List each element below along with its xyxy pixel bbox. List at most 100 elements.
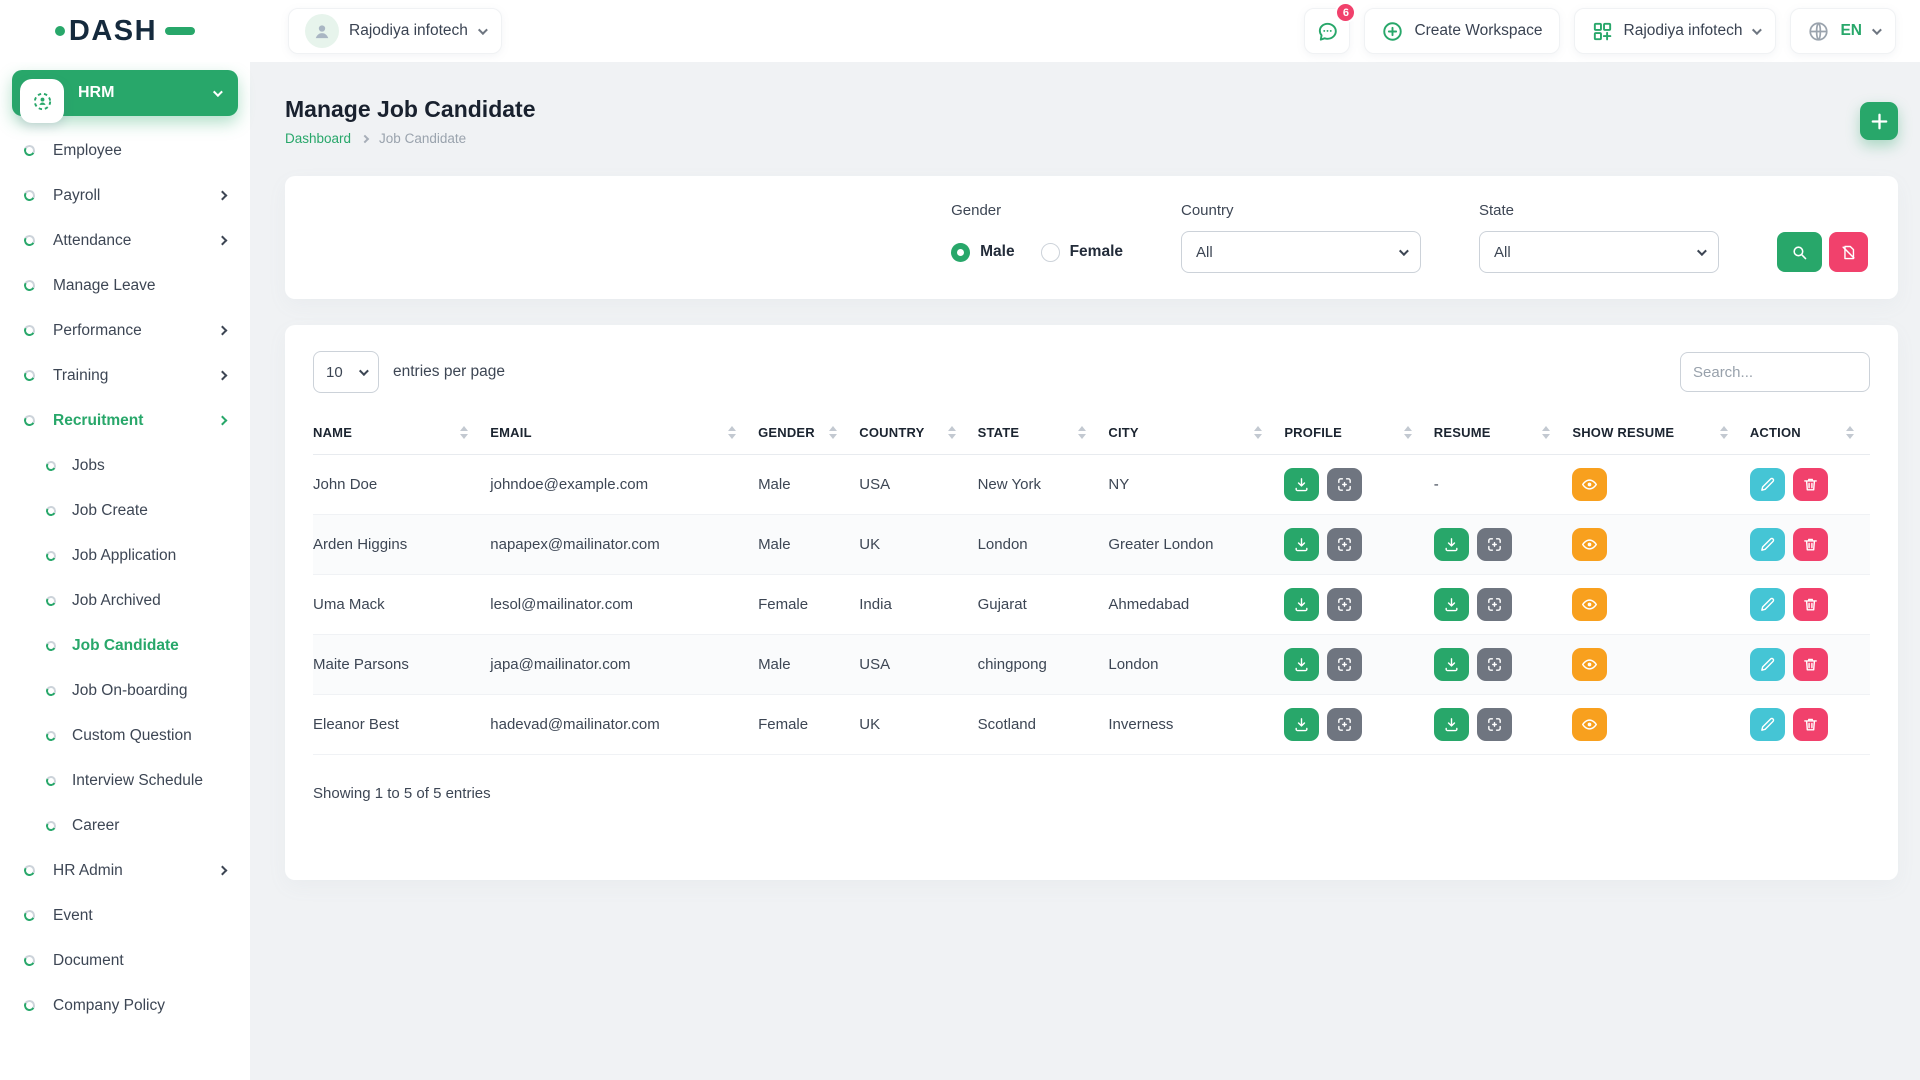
show-resume-button[interactable]	[1572, 468, 1607, 501]
col-header-profile[interactable]: PROFILE	[1278, 415, 1427, 455]
profile-download-button[interactable]	[1284, 588, 1319, 621]
language-selector[interactable]: EN	[1790, 8, 1896, 54]
sidebar-item-manage-leave[interactable]: Manage Leave	[0, 263, 250, 308]
profile-download-button[interactable]	[1284, 528, 1319, 561]
sidebar-item-hr-admin[interactable]: HR Admin	[0, 848, 250, 893]
sort-icon[interactable]	[1846, 426, 1854, 439]
resume-download-button[interactable]	[1434, 648, 1469, 681]
sort-icon[interactable]	[829, 426, 837, 439]
sort-icon[interactable]	[1542, 426, 1550, 439]
sidebar-item-recruitment[interactable]: Recruitment	[0, 398, 250, 443]
scan-icon	[1486, 716, 1503, 733]
show-resume-button[interactable]	[1572, 708, 1607, 741]
trash-icon	[1802, 656, 1819, 673]
delete-button[interactable]	[1793, 708, 1828, 741]
app-logo[interactable]: DASH	[0, 15, 250, 48]
resume-preview-button[interactable]	[1477, 648, 1512, 681]
sidebar-item-career[interactable]: Career	[0, 803, 250, 848]
col-header-action[interactable]: ACTION	[1744, 415, 1870, 455]
profile-download-button[interactable]	[1284, 708, 1319, 741]
candidate-name: John Doe	[313, 455, 484, 515]
candidate-country: USA	[853, 635, 971, 695]
col-header-country[interactable]: COUNTRY	[853, 415, 971, 455]
sidebar-item-job-create[interactable]: Job Create	[0, 488, 250, 533]
breadcrumb-dashboard-link[interactable]: Dashboard	[285, 131, 351, 146]
add-candidate-button[interactable]	[1860, 102, 1898, 140]
col-header-email[interactable]: EMAIL	[484, 415, 752, 455]
sort-icon[interactable]	[1254, 426, 1262, 439]
company-selector[interactable]: Rajodiya infotech	[1574, 8, 1777, 54]
sort-icon[interactable]	[728, 426, 736, 439]
show-resume-button[interactable]	[1572, 588, 1607, 621]
circle-icon	[23, 279, 36, 292]
reset-filter-button[interactable]	[1829, 232, 1868, 272]
col-header-gender[interactable]: GENDER	[752, 415, 853, 455]
delete-button[interactable]	[1793, 648, 1828, 681]
module-selector-hrm[interactable]: HRM	[12, 70, 238, 116]
edit-button[interactable]	[1750, 468, 1785, 501]
column-label: PROFILE	[1284, 425, 1342, 440]
profile-preview-button[interactable]	[1327, 648, 1362, 681]
col-header-state[interactable]: STATE	[972, 415, 1103, 455]
resume-preview-button[interactable]	[1477, 588, 1512, 621]
sidebar-item-job-onboarding[interactable]: Job On-boarding	[0, 668, 250, 713]
circle-icon	[45, 639, 57, 651]
profile-download-button[interactable]	[1284, 468, 1319, 501]
sidebar-item-document[interactable]: Document	[0, 938, 250, 983]
resume-preview-button[interactable]	[1477, 708, 1512, 741]
sort-icon[interactable]	[1720, 426, 1728, 439]
workspace-selector[interactable]: Rajodiya infotech	[288, 8, 502, 54]
candidate-country: UK	[853, 515, 971, 575]
profile-preview-button[interactable]	[1327, 528, 1362, 561]
create-workspace-button[interactable]: Create Workspace	[1364, 8, 1559, 54]
country-select[interactable]: All	[1181, 231, 1421, 273]
profile-preview-button[interactable]	[1327, 708, 1362, 741]
profile-preview-button[interactable]	[1327, 588, 1362, 621]
sidebar-item-jobs[interactable]: Jobs	[0, 443, 250, 488]
sidebar-item-attendance[interactable]: Attendance	[0, 218, 250, 263]
edit-button[interactable]	[1750, 708, 1785, 741]
sidebar-item-job-archived[interactable]: Job Archived	[0, 578, 250, 623]
col-header-resume[interactable]: RESUME	[1428, 415, 1567, 455]
edit-button[interactable]	[1750, 648, 1785, 681]
sidebar-item-job-candidate[interactable]: Job Candidate	[0, 623, 250, 668]
col-header-name[interactable]: NAME	[313, 415, 484, 455]
show-resume-button[interactable]	[1572, 528, 1607, 561]
delete-button[interactable]	[1793, 528, 1828, 561]
sidebar-item-employee[interactable]: Employee	[0, 128, 250, 173]
resume-download-button[interactable]	[1434, 708, 1469, 741]
sidebar-item-performance[interactable]: Performance	[0, 308, 250, 353]
sidebar-item-payroll[interactable]: Payroll	[0, 173, 250, 218]
sort-icon[interactable]	[460, 426, 468, 439]
sidebar-item-training[interactable]: Training	[0, 353, 250, 398]
apply-filter-button[interactable]	[1777, 232, 1822, 272]
edit-button[interactable]	[1750, 528, 1785, 561]
gender-male-radio[interactable]: Male	[951, 243, 1014, 262]
edit-button[interactable]	[1750, 588, 1785, 621]
entries-per-page-select[interactable]: 10	[313, 351, 379, 393]
gender-female-radio[interactable]: Female	[1041, 243, 1123, 262]
table-search-input[interactable]	[1680, 352, 1870, 392]
resume-download-button[interactable]	[1434, 588, 1469, 621]
sidebar-item-interview-schedule[interactable]: Interview Schedule	[0, 758, 250, 803]
delete-button[interactable]	[1793, 588, 1828, 621]
sidebar-item-custom-question[interactable]: Custom Question	[0, 713, 250, 758]
resume-preview-button[interactable]	[1477, 528, 1512, 561]
delete-button[interactable]	[1793, 468, 1828, 501]
notification-badge: 6	[1335, 2, 1356, 23]
profile-preview-button[interactable]	[1327, 468, 1362, 501]
messages-button[interactable]: 6	[1304, 8, 1350, 54]
state-select[interactable]: All	[1479, 231, 1719, 273]
col-header-city[interactable]: CITY	[1102, 415, 1278, 455]
sidebar-item-event[interactable]: Event	[0, 893, 250, 938]
sidebar-item-job-application[interactable]: Job Application	[0, 533, 250, 578]
sort-icon[interactable]	[948, 426, 956, 439]
sort-icon[interactable]	[1078, 426, 1086, 439]
show-resume-button[interactable]	[1572, 648, 1607, 681]
resume-download-button[interactable]	[1434, 528, 1469, 561]
filter-panel: Gender Male Female Country All	[285, 176, 1898, 299]
col-header-show-resume[interactable]: SHOW RESUME	[1566, 415, 1743, 455]
profile-download-button[interactable]	[1284, 648, 1319, 681]
sidebar-item-company-policy[interactable]: Company Policy	[0, 983, 250, 1028]
sort-icon[interactable]	[1404, 426, 1412, 439]
